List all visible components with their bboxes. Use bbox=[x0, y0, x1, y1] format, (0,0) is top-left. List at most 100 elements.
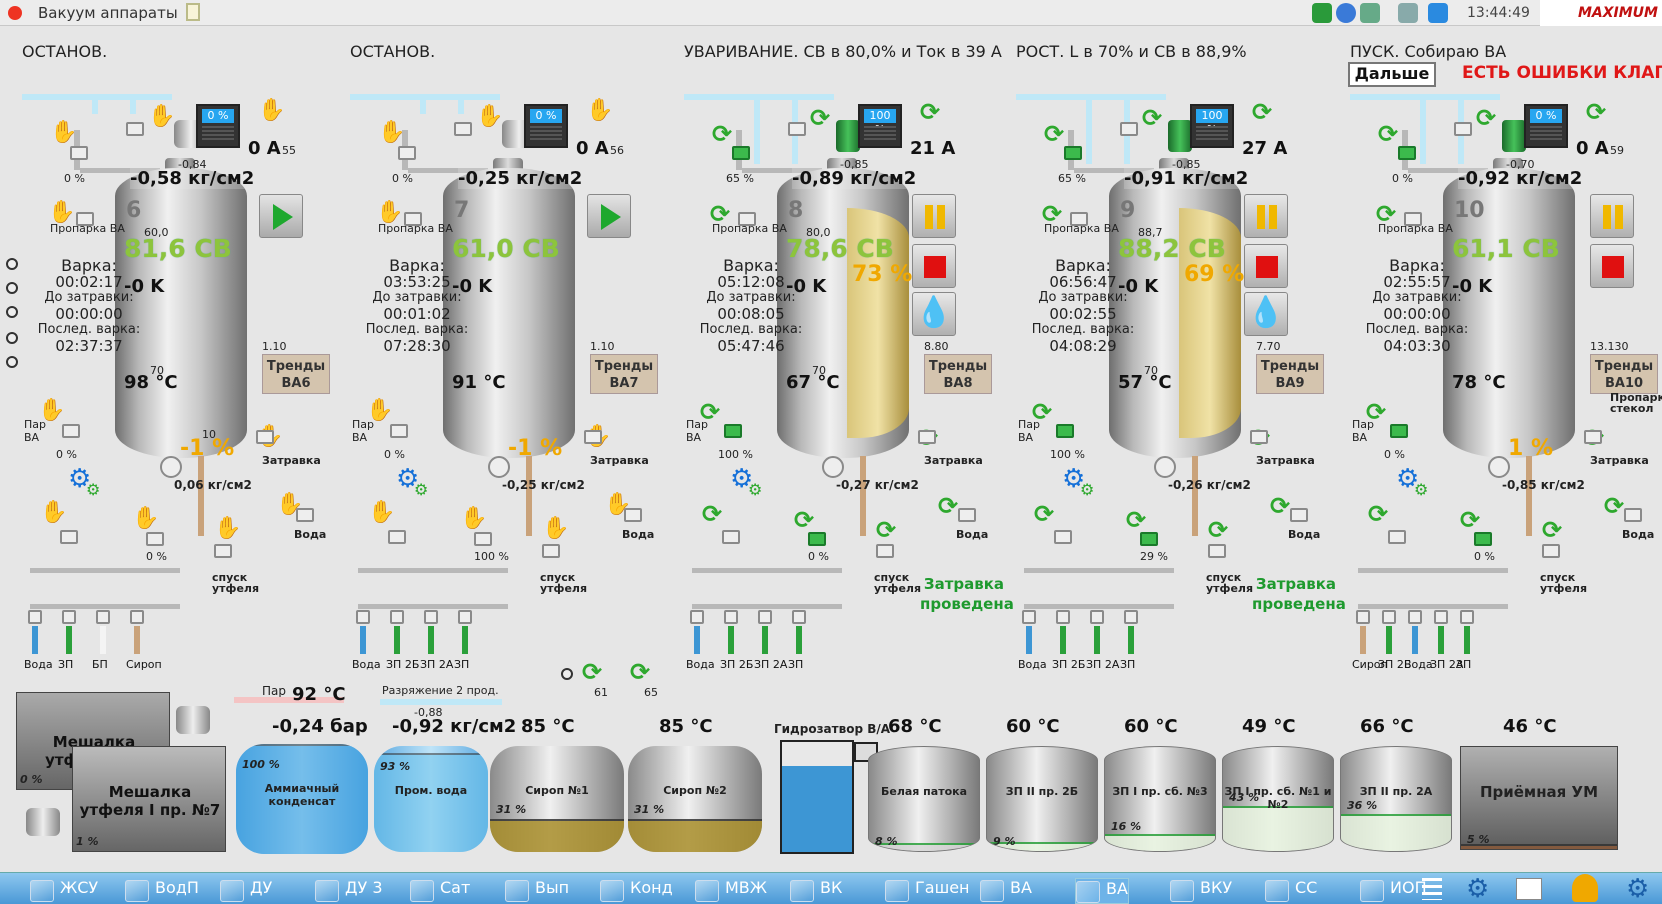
telegram-icon[interactable] bbox=[1428, 3, 1448, 23]
recycle-icon[interactable]: ⟳ bbox=[1378, 122, 1398, 146]
valve[interactable] bbox=[624, 508, 642, 522]
recycle-icon[interactable]: ⟳ bbox=[1044, 122, 1064, 146]
recycle-icon[interactable]: ⟳ bbox=[702, 502, 722, 526]
taskbar-item[interactable]: ЖСУ bbox=[30, 878, 98, 904]
recycle-icon[interactable]: ⟳ bbox=[1604, 494, 1624, 518]
valve[interactable] bbox=[1208, 544, 1226, 558]
valve[interactable] bbox=[390, 424, 408, 438]
valve[interactable] bbox=[1064, 146, 1082, 160]
valve[interactable] bbox=[732, 146, 750, 160]
source-valve[interactable] bbox=[28, 610, 42, 624]
recycle-icon[interactable]: ⟳ bbox=[630, 660, 650, 684]
recycle-icon[interactable]: ⟳ bbox=[712, 122, 732, 146]
recycle-icon[interactable]: ⟳ bbox=[1476, 106, 1496, 130]
next-button[interactable]: Дальше bbox=[1348, 62, 1436, 87]
manual-hand-icon[interactable]: ✋ bbox=[40, 502, 67, 524]
recycle-icon[interactable]: ⟳ bbox=[1368, 502, 1388, 526]
source-valve[interactable] bbox=[1124, 610, 1138, 624]
recycle-icon[interactable]: ⟳ bbox=[1252, 100, 1272, 124]
valve[interactable] bbox=[454, 122, 472, 136]
valve[interactable] bbox=[62, 424, 80, 438]
taskbar-item[interactable]: ВодП bbox=[125, 878, 199, 904]
mixer-7[interactable]: Мешалка утфеля I пр. №7 1 % bbox=[72, 746, 226, 852]
source-valve[interactable] bbox=[96, 610, 110, 624]
clipboard-icon[interactable] bbox=[186, 3, 200, 21]
monitor-icon[interactable]: 100 % bbox=[858, 104, 902, 148]
valve[interactable] bbox=[788, 122, 806, 136]
recycle-icon[interactable]: ⟳ bbox=[1142, 106, 1162, 130]
start-button[interactable] bbox=[587, 194, 631, 238]
valve[interactable] bbox=[958, 508, 976, 522]
source-valve[interactable] bbox=[356, 610, 370, 624]
recycle-icon[interactable]: ⟳ bbox=[810, 106, 830, 130]
monitor-icon[interactable]: 0 % bbox=[196, 104, 240, 148]
trend-chart-icon[interactable] bbox=[1516, 878, 1542, 900]
vacuum-pump-icon[interactable] bbox=[1502, 120, 1526, 152]
source-valve[interactable] bbox=[424, 610, 438, 624]
valve[interactable] bbox=[1398, 146, 1416, 160]
source-valve[interactable] bbox=[724, 610, 738, 624]
valve[interactable] bbox=[1290, 508, 1308, 522]
tank-5[interactable]: Белая патока 8 % bbox=[868, 746, 980, 852]
discharge-valve[interactable] bbox=[160, 456, 182, 478]
recycle-icon[interactable]: ⟳ bbox=[920, 100, 940, 124]
taskbar-item[interactable]: Вып bbox=[505, 878, 569, 904]
source-valve[interactable] bbox=[1408, 610, 1422, 624]
manual-hand-icon[interactable]: ✋ bbox=[132, 508, 159, 530]
manual-hand-icon[interactable]: ✋ bbox=[542, 518, 569, 540]
valve[interactable] bbox=[1542, 544, 1560, 558]
source-valve[interactable] bbox=[130, 610, 144, 624]
manual-hand-icon[interactable]: ✋ bbox=[460, 508, 487, 530]
stop-button[interactable] bbox=[1590, 244, 1634, 288]
taskbar-item[interactable]: Сат bbox=[410, 878, 470, 904]
discharge-valve[interactable] bbox=[488, 456, 510, 478]
valve[interactable] bbox=[1454, 122, 1472, 136]
tank-1[interactable]: Аммиачный конденсат 100 % bbox=[236, 744, 368, 854]
taskbar-item[interactable]: СС bbox=[1265, 878, 1317, 904]
valve[interactable] bbox=[146, 532, 164, 546]
valve[interactable] bbox=[724, 424, 742, 438]
valve[interactable] bbox=[398, 146, 416, 160]
tank-2[interactable]: Пром. вода 93 % bbox=[374, 746, 488, 852]
trend-button-ba6[interactable]: Тренды ВА6 bbox=[262, 354, 330, 394]
source-valve[interactable] bbox=[62, 610, 76, 624]
manual-hand-icon[interactable]: ✋ bbox=[148, 106, 175, 128]
taskbar-item[interactable]: ВА bbox=[1075, 878, 1129, 904]
pause-button[interactable] bbox=[912, 194, 956, 238]
operator-icon[interactable] bbox=[1398, 3, 1418, 23]
taskbar-item[interactable]: ИОП bbox=[1360, 878, 1427, 904]
valve[interactable] bbox=[918, 430, 936, 444]
network-icon[interactable] bbox=[1312, 3, 1332, 23]
recycle-icon[interactable]: ⟳ bbox=[938, 494, 958, 518]
tank-9[interactable]: ЗП II пр. 2А 36 % bbox=[1340, 746, 1452, 852]
valve[interactable] bbox=[70, 146, 88, 160]
valve[interactable] bbox=[876, 544, 894, 558]
stop-button[interactable] bbox=[1244, 244, 1288, 288]
valve[interactable] bbox=[584, 430, 602, 444]
valve[interactable] bbox=[722, 530, 740, 544]
source-valve[interactable] bbox=[1056, 610, 1070, 624]
valve[interactable] bbox=[1140, 532, 1158, 546]
manual-hand-icon[interactable]: ✋ bbox=[378, 122, 405, 144]
valve[interactable] bbox=[474, 532, 492, 546]
manual-hand-icon[interactable]: ✋ bbox=[48, 202, 75, 224]
settings-gear-icon[interactable]: ⚙ bbox=[1466, 876, 1489, 902]
water-drop-button[interactable]: 💧 bbox=[912, 292, 956, 336]
manual-hand-icon[interactable]: ✋ bbox=[476, 106, 503, 128]
trend-button-ba9[interactable]: Тренды ВА9 bbox=[1256, 354, 1324, 394]
trend-button-ba8[interactable]: Тренды ВА8 bbox=[924, 354, 992, 394]
engineer-icon[interactable] bbox=[1572, 874, 1598, 902]
monitor-icon[interactable]: 0 % bbox=[524, 104, 568, 148]
pause-button[interactable] bbox=[1590, 194, 1634, 238]
tank-8[interactable]: ЗП I пр. сб. №1 и №2 43 % bbox=[1222, 746, 1334, 852]
valve[interactable] bbox=[1388, 530, 1406, 544]
taskbar-item[interactable]: ВА bbox=[980, 878, 1032, 904]
taskbar-item[interactable]: МВЖ bbox=[695, 878, 767, 904]
tank-10[interactable]: Приёмная УМ 5 % bbox=[1460, 746, 1618, 850]
taskbar-item[interactable]: ДУ 3 bbox=[315, 878, 383, 904]
taskbar-item[interactable]: ДУ bbox=[220, 878, 272, 904]
valve[interactable] bbox=[542, 544, 560, 558]
manual-hand-icon[interactable]: ✋ bbox=[376, 202, 403, 224]
taskbar-item[interactable]: ВК bbox=[790, 878, 842, 904]
valve[interactable] bbox=[1474, 532, 1492, 546]
